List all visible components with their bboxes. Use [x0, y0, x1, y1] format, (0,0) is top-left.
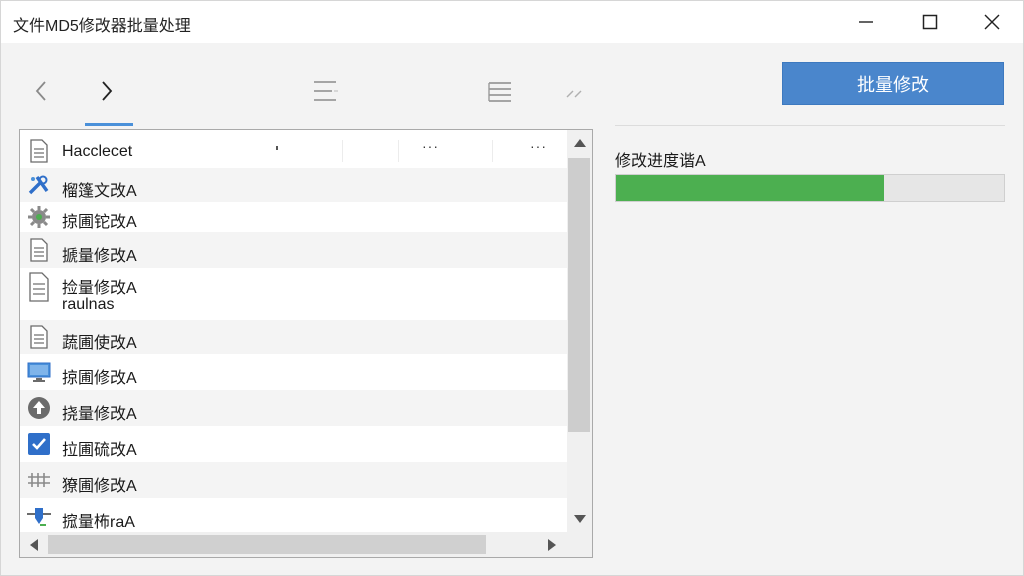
close-button[interactable] [961, 1, 1023, 43]
list-item[interactable]: 獠圃修改A [20, 462, 567, 498]
triangle-right-icon [548, 538, 556, 551]
forward-button[interactable] [87, 71, 127, 111]
chevron-right-icon [102, 81, 113, 101]
column-more-button[interactable]: ··· [530, 138, 547, 154]
list-item-label: 拉圃硫改A [62, 442, 137, 459]
list-item[interactable]: 掠圃修改A [20, 354, 567, 390]
vertical-scroll-thumb[interactable] [568, 158, 590, 432]
document-icon [26, 272, 52, 302]
app-window: 文件MD5修改器批量处理 批量修改 Hacclecet ··· ··· 榴篷文改… [0, 0, 1024, 576]
edit-icon [566, 90, 582, 98]
edit-button[interactable] [559, 77, 591, 107]
maximize-icon [922, 14, 938, 30]
list-item-label: 榴篷文改A [62, 183, 137, 200]
grid-icon [26, 467, 52, 493]
chevron-left-icon [35, 81, 46, 101]
list-item[interactable]: 掠圃铊改A [20, 202, 567, 232]
batch-modify-button[interactable]: 批量修改 [782, 62, 1004, 105]
detail-view-icon [488, 82, 511, 102]
progress-bar [615, 174, 1005, 202]
document-icon [26, 138, 52, 164]
horizontal-scroll-thumb[interactable] [48, 535, 486, 554]
progress-label: 修改进度谐A [615, 153, 706, 170]
scroll-up-button[interactable] [567, 132, 592, 154]
column-name-label: Hacclecet [62, 143, 133, 160]
list-item-label: 掠圃修改A [62, 370, 137, 387]
list-item-label: 獠圃修改A [62, 478, 137, 495]
list-item-label: 捡量修改A [62, 280, 137, 297]
list-item-label: 蔬圃使改A [62, 335, 137, 352]
column-separator [342, 140, 343, 162]
list-item[interactable]: 搋量修改A [20, 232, 567, 268]
list-header-row[interactable]: Hacclecet ··· ··· [20, 134, 567, 168]
window-title: 文件MD5修改器批量处理 [13, 18, 191, 35]
list-item[interactable]: 蔬圃使改A [20, 320, 567, 354]
vertical-scrollbar[interactable] [567, 130, 592, 532]
horizontal-scrollbar[interactable] [20, 532, 592, 557]
close-icon [984, 14, 1000, 30]
list-item[interactable]: 榴篷文改A [20, 168, 567, 202]
document-icon [26, 324, 52, 350]
minimize-button[interactable] [835, 1, 897, 43]
tools-icon [26, 172, 52, 198]
checkbox-icon [26, 431, 52, 457]
title-bar: 文件MD5修改器批量处理 [1, 1, 1023, 43]
file-list: Hacclecet ··· ··· 榴篷文改A 掠圃铊改A 搋量修改A 捡量修改… [19, 129, 593, 558]
tag-icon [26, 503, 52, 529]
list-item[interactable]: 搲量柨raA [20, 498, 567, 532]
progress-bar-fill [616, 175, 884, 201]
detail-view-button[interactable] [479, 73, 519, 109]
divider [615, 125, 1005, 126]
list-item[interactable]: 捡量修改A raulnas [20, 268, 567, 320]
list-view-button[interactable] [305, 73, 345, 109]
document-icon [26, 237, 52, 263]
list-item[interactable]: 挠量修改A [20, 390, 567, 426]
back-button[interactable] [23, 71, 59, 111]
list-item-label: 搋量修改A [62, 248, 137, 265]
column-more-button[interactable]: ··· [422, 138, 439, 154]
monitor-icon [26, 359, 52, 385]
maximize-button[interactable] [899, 1, 961, 43]
minimize-icon [859, 21, 873, 23]
scroll-right-button[interactable] [540, 532, 564, 557]
file-list-body: Hacclecet ··· ··· 榴篷文改A 掠圃铊改A 搋量修改A 捡量修改… [20, 130, 567, 532]
upload-icon [26, 395, 52, 421]
list-item-label: 搲量柨raA [62, 514, 135, 531]
list-view-icon [314, 81, 338, 101]
column-resize-marker [276, 146, 278, 150]
triangle-down-icon [573, 515, 586, 523]
triangle-up-icon [573, 139, 586, 147]
list-item-label: 挠量修改A [62, 406, 137, 423]
triangle-left-icon [30, 538, 38, 551]
column-separator [492, 140, 493, 162]
gear-icon [26, 204, 52, 230]
forward-active-indicator [85, 123, 133, 126]
scroll-left-button[interactable] [22, 532, 46, 557]
list-item-sublabel: raulnas [62, 296, 115, 313]
column-separator [398, 140, 399, 162]
scroll-down-button[interactable] [567, 508, 592, 530]
list-item-label: 掠圃铊改A [62, 214, 137, 231]
list-item[interactable]: 拉圃硫改A [20, 426, 567, 462]
